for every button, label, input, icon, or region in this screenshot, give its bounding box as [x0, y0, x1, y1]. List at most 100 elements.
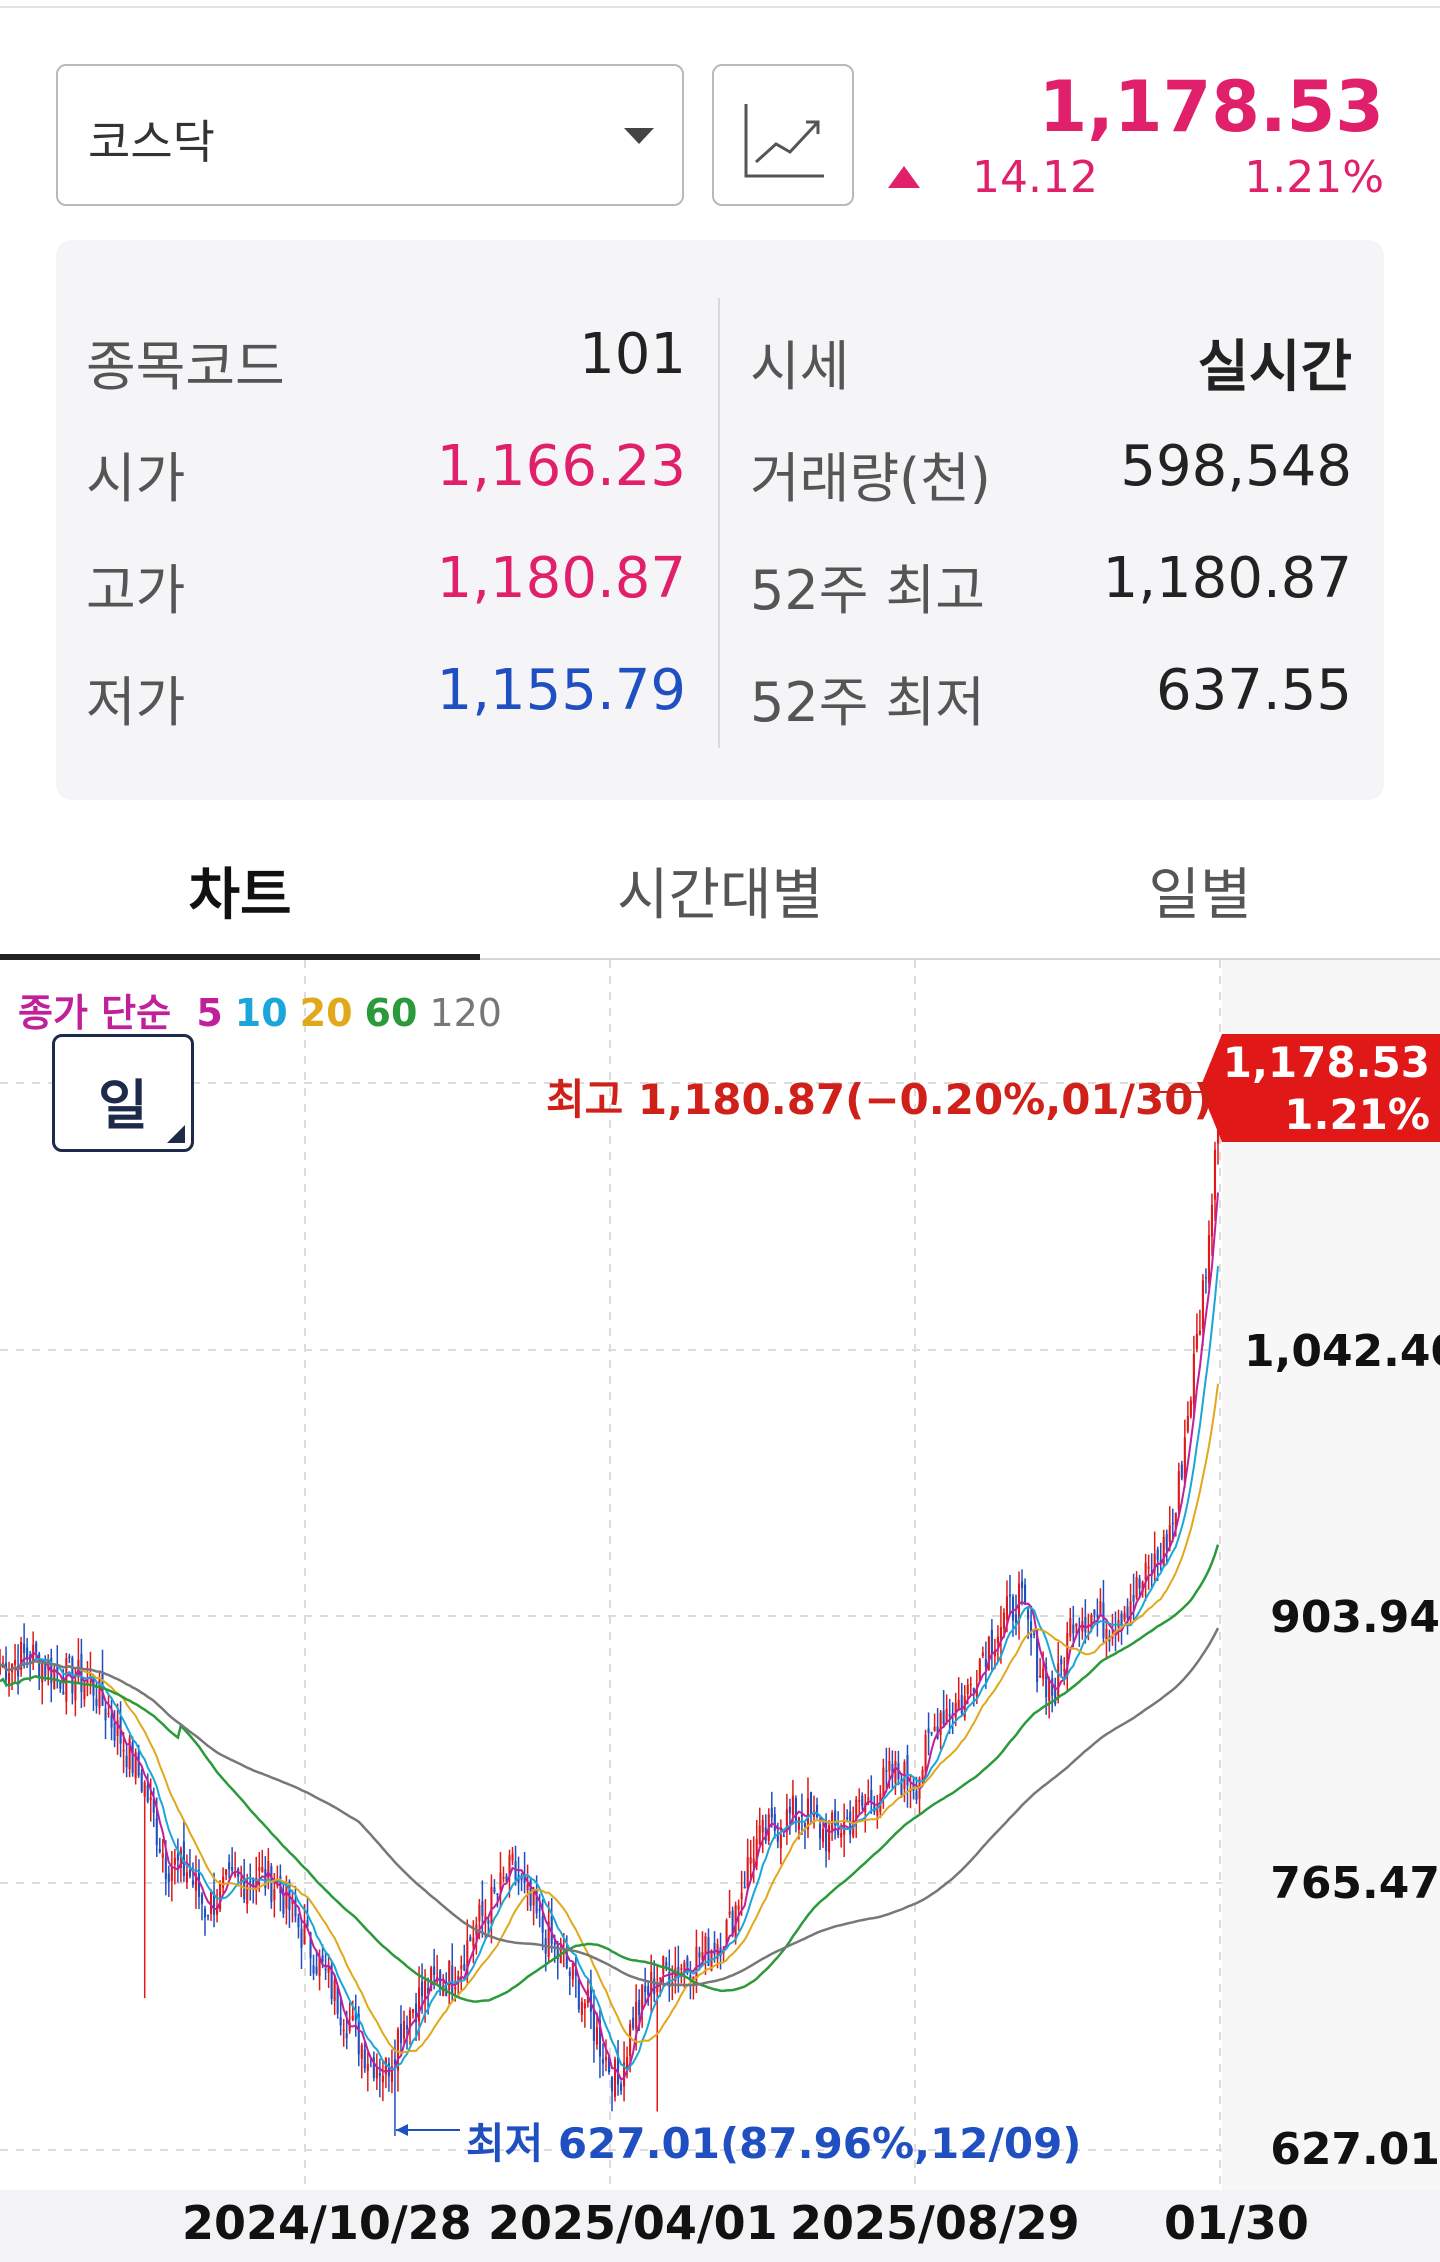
- candle-body: [155, 1818, 158, 1845]
- candle-body: [641, 1984, 644, 2011]
- candle-body: [68, 1656, 71, 1658]
- candle-body: [942, 1710, 945, 1724]
- candle-body: [532, 1892, 535, 1906]
- candle-body: [231, 1866, 234, 1871]
- candle-body: [222, 1876, 225, 1888]
- info-value: 1,155.79: [436, 658, 686, 723]
- x-tick-label: 2025/08/29: [790, 2196, 1080, 2250]
- candle-body: [794, 1797, 797, 1823]
- candle-body: [469, 1936, 472, 1942]
- candle-body: [803, 1822, 807, 1827]
- candle-body: [815, 1804, 819, 1818]
- candle-body: [339, 2017, 342, 2026]
- candle-body: [158, 1848, 161, 1853]
- chart-view-button[interactable]: [712, 64, 854, 206]
- candle-body: [782, 1835, 785, 1838]
- candle-body: [402, 2021, 406, 2039]
- tab-hourly[interactable]: 시간대별: [480, 850, 960, 931]
- candle-body: [1147, 1566, 1150, 1569]
- candle-body: [746, 1857, 749, 1889]
- candle-body: [653, 1978, 656, 1995]
- tab-chart[interactable]: 차트: [0, 850, 480, 931]
- candle-body: [791, 1795, 794, 1816]
- x-tick-label: 2025/04/01: [488, 2196, 778, 2250]
- period-button[interactable]: 일: [52, 1034, 194, 1152]
- line-chart-icon: [744, 104, 824, 178]
- candle-body: [1096, 1614, 1099, 1617]
- candle-body: [161, 1853, 164, 1858]
- candle-body: [107, 1712, 110, 1715]
- candle-body: [945, 1708, 948, 1723]
- candle-body: [888, 1760, 891, 1772]
- candle-body: [324, 1968, 327, 1971]
- candle-body: [1102, 1602, 1105, 1639]
- candle-body: [351, 2015, 354, 2020]
- candle-body: [743, 1886, 746, 1889]
- candle-body: [511, 1853, 514, 1861]
- candle-body: [499, 1872, 502, 1890]
- candle-body: [502, 1877, 505, 1880]
- candle-body: [203, 1908, 207, 1918]
- candle-body: [592, 2008, 595, 2041]
- y-tick-label: 1,042.40: [1244, 1326, 1440, 1377]
- top-divider: [0, 6, 1440, 8]
- info-label: 시가: [86, 447, 186, 510]
- candle-body: [95, 1698, 98, 1706]
- candle-body: [83, 1683, 86, 1700]
- candle-body: [828, 1825, 831, 1853]
- candle-body: [173, 1857, 176, 1865]
- candle-body: [644, 1985, 647, 1993]
- candle-body: [638, 2000, 641, 2015]
- candle-body: [1120, 1613, 1123, 1626]
- price-chart[interactable]: [0, 960, 1440, 2190]
- candle-body: [1201, 1280, 1204, 1329]
- candle-body: [939, 1712, 942, 1736]
- candle-body: [1171, 1522, 1174, 1525]
- candle-body: [243, 1879, 246, 1900]
- info-value: 598,548: [1120, 434, 1352, 499]
- candle-body: [65, 1658, 68, 1702]
- info-value: 1,180.87: [1102, 546, 1352, 611]
- candle-body: [948, 1714, 951, 1717]
- candle-body: [840, 1833, 843, 1838]
- candle-body: [695, 1947, 698, 1980]
- tab-daily[interactable]: 일별: [960, 850, 1440, 931]
- candle-body: [463, 1963, 466, 1971]
- candle-body: [1168, 1525, 1171, 1542]
- candle-body: [1051, 1678, 1054, 1696]
- candle-body: [629, 2024, 632, 2057]
- candle-body: [191, 1880, 195, 1885]
- candle-body: [749, 1857, 752, 1864]
- y-tick-label: 903.94: [1270, 1592, 1440, 1643]
- candle-body: [399, 2023, 403, 2044]
- x-tick-label: 2024/10/28: [182, 2196, 472, 2250]
- candle-body: [23, 1643, 26, 1653]
- candle-body: [405, 2025, 409, 2030]
- candle-body: [472, 1937, 475, 1947]
- candle-body: [969, 1683, 972, 1686]
- candle-body: [996, 1636, 999, 1644]
- candle-body: [451, 1965, 454, 1993]
- candle-body: [185, 1872, 188, 1883]
- candle-body: [577, 1978, 580, 2010]
- info-label: 저가: [86, 671, 186, 734]
- candle-body: [933, 1726, 936, 1731]
- candle-body: [659, 1977, 662, 1980]
- candle-body: [1126, 1606, 1129, 1619]
- candle-body: [822, 1828, 825, 1843]
- candle-body: [1138, 1578, 1141, 1589]
- candle-body: [14, 1659, 17, 1665]
- index-select[interactable]: 코스닥: [56, 64, 684, 206]
- candle-body: [761, 1819, 764, 1833]
- candle-body: [728, 1911, 731, 1915]
- candle-body: [342, 2029, 345, 2032]
- corner-triangle-icon: [167, 1125, 185, 1143]
- info-label: 종목코드: [86, 335, 285, 398]
- candle-body: [1093, 1609, 1096, 1615]
- candle-body: [363, 2049, 366, 2069]
- candle-body: [894, 1760, 897, 1784]
- candle-body: [1198, 1330, 1201, 1335]
- candle-body: [1177, 1471, 1180, 1510]
- candle-body: [375, 2068, 378, 2079]
- candle-body: [234, 1873, 237, 1876]
